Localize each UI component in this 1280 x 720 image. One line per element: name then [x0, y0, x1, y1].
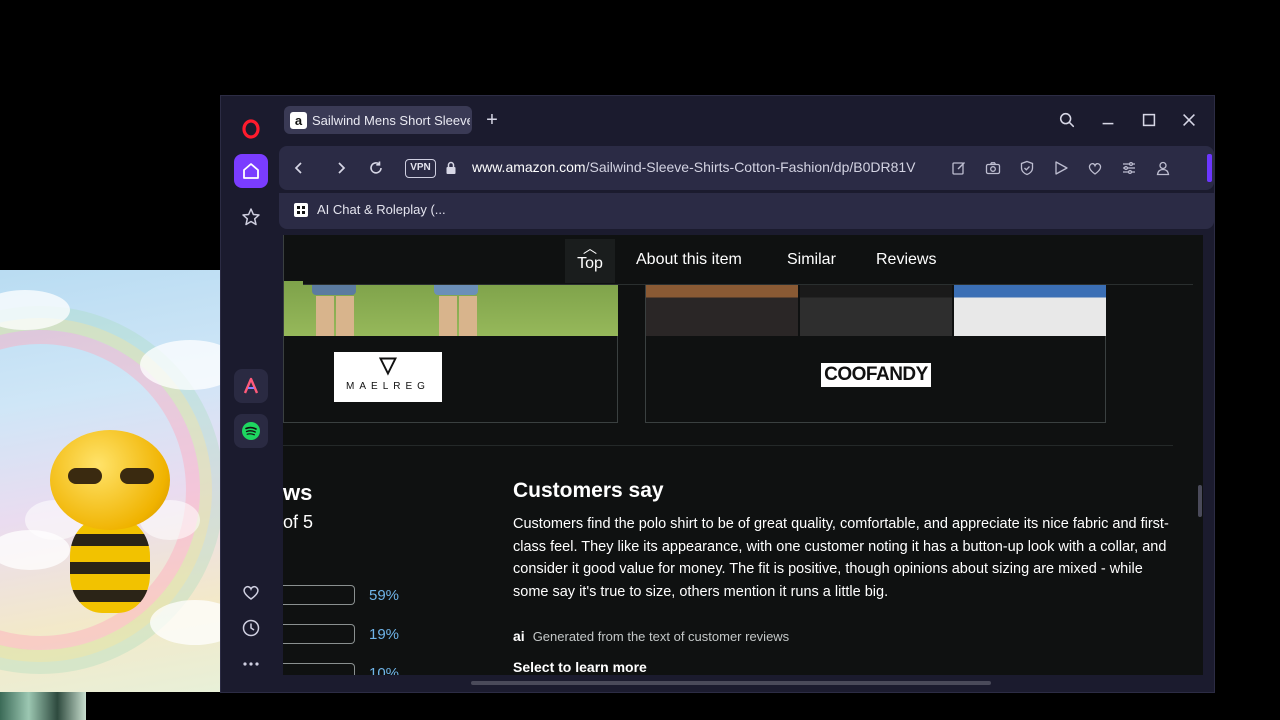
leg-graphic — [459, 296, 477, 336]
shield-icon[interactable] — [1017, 158, 1037, 178]
bee-character — [25, 430, 200, 620]
spotify-icon[interactable] — [234, 414, 268, 448]
leg-graphic — [316, 296, 334, 336]
home-icon[interactable] — [234, 154, 268, 188]
top-label: Top — [577, 255, 603, 272]
coofandy-logo: COOFANDY — [821, 363, 931, 387]
tab-active[interactable]: a Sailwind Mens Short Sleeve — [284, 106, 472, 134]
horizontal-scroll-thumb[interactable] — [471, 681, 991, 685]
profile-icon[interactable] — [1153, 158, 1173, 178]
address-bar: VPN www.amazon.com/Sailwind-Sleeve-Shirt… — [279, 146, 1214, 190]
web-page: ︿ Top About this item Similar Reviews ▽ … — [283, 235, 1203, 675]
maelreg-logo-text: MAELREG — [346, 381, 430, 392]
taskbar-thumbnail[interactable] — [0, 692, 86, 720]
opera-sidebar — [221, 96, 279, 692]
photo-panel — [954, 281, 1106, 336]
vertical-scroll-thumb[interactable] — [1198, 485, 1202, 517]
more-options-icon[interactable] — [234, 647, 268, 681]
heart-icon[interactable] — [1085, 158, 1105, 178]
maximize-icon[interactable] — [1137, 108, 1161, 132]
edit-icon[interactable] — [949, 158, 969, 178]
tab-bar: a Sailwind Mens Short Sleeve + — [279, 96, 1214, 144]
photo-panel — [800, 281, 954, 336]
rating-bar[interactable] — [283, 585, 355, 605]
vertical-scrollbar[interactable] — [1194, 235, 1206, 675]
section-divider — [283, 445, 1173, 446]
tab-title: Sailwind Mens Short Sleeve — [312, 112, 470, 128]
rating-percent[interactable]: 59% — [369, 587, 399, 604]
bookmarks-bar: AI Chat & Roleplay (... — [279, 193, 1214, 229]
amazon-favicon-icon: a — [290, 111, 307, 129]
reload-icon[interactable] — [366, 158, 386, 178]
bee-body — [70, 518, 150, 613]
close-icon[interactable] — [1177, 108, 1201, 132]
ai-icon: ai — [513, 628, 525, 644]
browser-window: a Sailwind Mens Short Sleeve + VPN www.a… — [220, 95, 1215, 693]
rating-bar[interactable] — [283, 663, 355, 675]
ai-generated-note: ai Generated from the text of customer r… — [513, 628, 789, 644]
send-arrow-icon[interactable] — [1051, 158, 1071, 178]
rating-percent[interactable]: 10% — [369, 665, 399, 675]
maelreg-logo: ▽ MAELREG — [334, 352, 442, 402]
back-to-top-button[interactable]: ︿ Top — [565, 239, 615, 283]
opera-logo-icon[interactable] — [234, 112, 268, 146]
rating-percent[interactable]: 19% — [369, 626, 399, 643]
back-arrow-icon[interactable] — [289, 158, 309, 178]
bee-eye — [68, 468, 102, 484]
bee-head — [50, 430, 170, 530]
ai-note-text: Generated from the text of customer revi… — [532, 628, 790, 644]
nav-reviews[interactable]: Reviews — [876, 251, 936, 269]
desktop: a Sailwind Mens Short Sleeve + VPN www.a… — [0, 0, 1280, 720]
brand-photo — [284, 281, 618, 336]
history-clock-icon[interactable] — [234, 611, 268, 645]
maelreg-symbol-icon: ▽ — [379, 352, 397, 377]
lock-icon[interactable] — [441, 158, 461, 178]
bee-eye — [120, 468, 154, 484]
forward-arrow-icon[interactable] — [331, 158, 351, 178]
photo-panel — [646, 281, 800, 336]
vpn-badge[interactable]: VPN — [405, 159, 436, 178]
wallpaper-bee-scene — [0, 270, 220, 692]
search-icon[interactable] — [1055, 108, 1079, 132]
customers-say-summary: Customers find the polo shirt to be of g… — [513, 516, 1169, 600]
camera-icon[interactable] — [983, 158, 1003, 178]
horizontal-scrollbar[interactable] — [283, 676, 1193, 690]
nav-similar[interactable]: Similar — [787, 251, 836, 269]
new-tab-plus-icon[interactable]: + — [482, 110, 502, 130]
minimize-icon[interactable] — [1096, 108, 1120, 132]
caret-up-icon: ︿ — [583, 240, 597, 256]
accent-indicator — [1207, 154, 1212, 182]
cloud — [0, 290, 70, 330]
heart-icon[interactable] — [234, 575, 268, 609]
ratings-title-fragment: ws — [283, 480, 313, 505]
dice-icon — [294, 202, 308, 217]
bookmark-item[interactable]: AI Chat & Roleplay (... — [294, 202, 446, 217]
url-path: /Sailwind-Sleeve-Shirts-Cotton-Fashion/d… — [585, 159, 916, 175]
rating-bar[interactable] — [283, 624, 355, 644]
select-to-learn-more: Select to learn more — [513, 659, 647, 675]
url-field[interactable]: www.amazon.com/Sailwind-Sleeve-Shirts-Co… — [472, 159, 937, 175]
leg-graphic — [439, 296, 457, 336]
leg-graphic — [336, 296, 354, 336]
ratings-subtitle-fragment: of 5 — [283, 512, 314, 532]
star-icon[interactable] — [234, 200, 268, 234]
brand-photo — [646, 281, 1106, 336]
url-host: www.amazon.com — [472, 159, 586, 175]
nav-about-this-item[interactable]: About this item — [636, 251, 742, 269]
easy-setup-sliders-icon[interactable] — [1119, 158, 1139, 178]
sticky-section-nav: ︿ Top About this item Similar Reviews — [303, 235, 1193, 285]
bookmark-label: AI Chat & Roleplay (... — [317, 202, 446, 217]
customers-say-title: Customers say — [513, 479, 664, 502]
aria-icon[interactable] — [234, 369, 268, 403]
